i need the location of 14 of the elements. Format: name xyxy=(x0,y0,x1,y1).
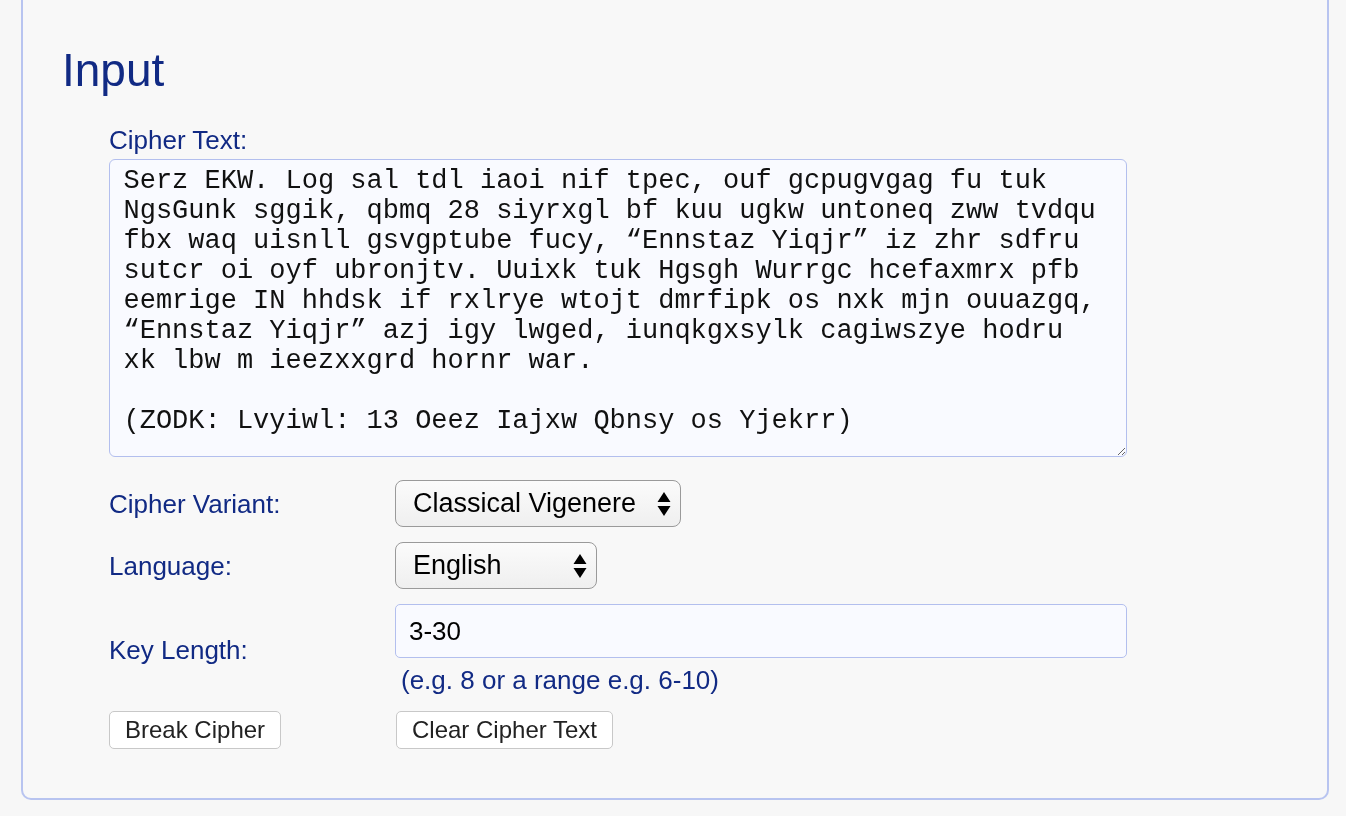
dropdown-select[interactable]: English xyxy=(395,542,597,589)
input-hint: (e.g. 8 or a range e.g. 6-10) xyxy=(400,664,719,696)
action-button[interactable]: Break Cipher xyxy=(109,711,282,749)
up-down-arrows-icon xyxy=(573,552,587,579)
cipher-text-label: Cipher Text: xyxy=(109,124,248,156)
cipher-text-area[interactable]: Serz EKW. Log sal tdl iaoi nif tpec, ouf gcpugvgag fu tuk NgsGunk sggik, qbmq 28 siyrxgl bf kuu ugkw untoneq zww tvdqu fbx waq uisnll gsvgptube fucy, “Ennstaz Yiqjr” iz zhr sdfru sutcr oi oyf ubronjtv. Uuixk tuk Hgsgh Wurrgc hcefaxmrx pfb eemrige IN hhdsk if rxlrye wtojt dmrfipk os nxk mjn ouuazgq, “Ennstaz Yiqjr” azj igy lwged, iunqkgxsylk cagiwszye hodru xk lbw m ieezxxgrd hornr war. (ZODK: Lvyiwl: 13 Oeez Iajxw Qbnsy os Yjekrr) xyxy=(109,159,1127,457)
field-label: Language: xyxy=(109,549,233,582)
field-label: Cipher Variant: xyxy=(109,487,282,520)
field-label: Key Length: xyxy=(109,634,249,666)
up-down-arrows-icon xyxy=(657,490,671,517)
action-button[interactable]: Clear Cipher Text xyxy=(396,711,613,749)
dropdown-select[interactable]: Classical Vigenere xyxy=(395,480,681,527)
panel-title: Input xyxy=(62,43,165,98)
key-length-input[interactable]: 3-30 xyxy=(395,604,1127,658)
